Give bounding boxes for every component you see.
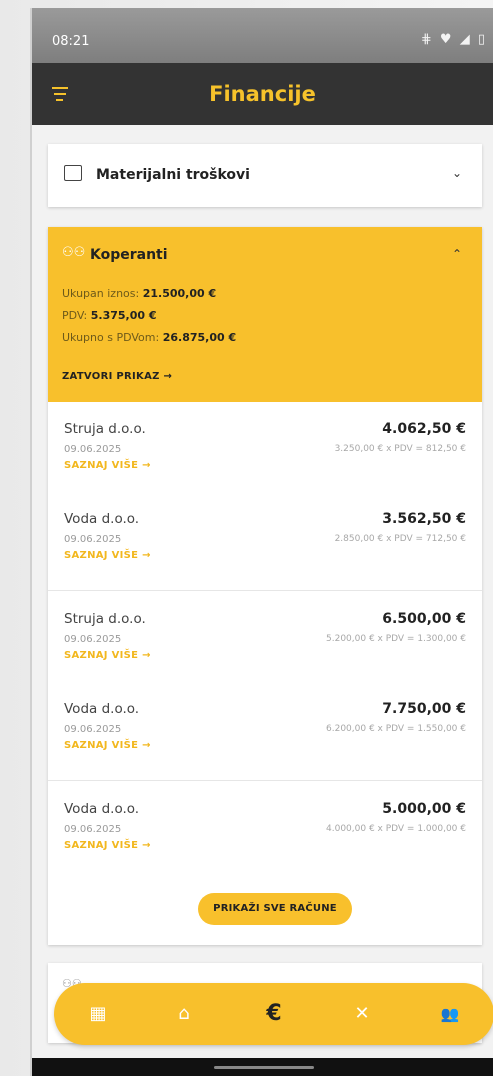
summary-grand-total: Ukupno s PDVom: 26.875,00 € <box>62 331 237 344</box>
invoice-row: Voda d.o.o. 5.000,00 € 09.06.2025 4.000,… <box>48 782 482 872</box>
show-all-invoices-button[interactable]: PRIKAŽI SVE RAČUNE <box>198 893 352 925</box>
learn-more-link[interactable]: SAZNAJ VIŠE → <box>64 650 151 661</box>
phone-screen: 08:21 ⋕ ♥ ◢ ▯ Financije Materijalni troš… <box>30 8 493 1076</box>
invoice-amount: 7.750,00 € <box>382 701 466 717</box>
invoice-date: 09.06.2025 <box>64 534 122 545</box>
invoice-row: Voda d.o.o. 3.562,50 € 09.06.2025 2.850,… <box>48 492 482 582</box>
invoice-amount: 3.562,50 € <box>382 511 466 527</box>
invoice-calc: 3.250,00 € x PDV = 812,50 € <box>334 444 466 454</box>
close-view-link[interactable]: ZATVORI PRIKAZ → <box>62 371 172 382</box>
home-icon[interactable]: ⌂ <box>154 983 214 1045</box>
section-header: ⚇⚇ Koperanti ⌃ Ukupan iznos: 21.500,00 €… <box>48 227 482 402</box>
page-title: Financije <box>209 82 316 106</box>
invoice-calc: 2.850,00 € x PDV = 712,50 € <box>334 534 466 544</box>
section-label: Materijalni troškovi <box>96 167 250 183</box>
invoice-date: 09.06.2025 <box>64 444 122 455</box>
app-bar: Financije <box>32 63 493 125</box>
invoice-name: Voda d.o.o. <box>64 701 140 717</box>
invoice-calc: 5.200,00 € x PDV = 1.300,00 € <box>326 634 466 644</box>
document-icon <box>64 165 82 181</box>
invoice-row: Voda d.o.o. 7.750,00 € 09.06.2025 6.200,… <box>48 682 482 772</box>
status-time: 08:21 <box>52 34 90 49</box>
invoice-name: Struja d.o.o. <box>64 421 146 437</box>
status-bar: 08:21 ⋕ ♥ ◢ ▯ <box>32 8 493 63</box>
bottom-navigation: ▦ ⌂ € ✕ 👥 <box>54 983 493 1045</box>
learn-more-link[interactable]: SAZNAJ VIŠE → <box>64 840 151 851</box>
device-frame: 08:21 ⋕ ♥ ◢ ▯ Financije Materijalni troš… <box>0 0 493 1076</box>
invoice-amount: 6.500,00 € <box>382 611 466 627</box>
tools-icon[interactable]: ✕ <box>332 983 392 1045</box>
learn-more-link[interactable]: SAZNAJ VIŠE → <box>64 550 151 561</box>
invoice-calc: 6.200,00 € x PDV = 1.550,00 € <box>326 724 466 734</box>
invoice-name: Voda d.o.o. <box>64 801 140 817</box>
people-icon: ⚇⚇ <box>62 245 86 260</box>
invoice-date: 09.06.2025 <box>64 634 122 645</box>
system-home-bar <box>32 1058 493 1076</box>
section-koperanti: ⚇⚇ Koperanti ⌃ Ukupan iznos: 21.500,00 €… <box>48 227 482 945</box>
learn-more-link[interactable]: SAZNAJ VIŠE → <box>64 740 151 751</box>
invoice-amount: 4.062,50 € <box>382 421 466 437</box>
chevron-down-icon[interactable]: ⌄ <box>452 166 462 180</box>
learn-more-link[interactable]: SAZNAJ VIŠE → <box>64 460 151 471</box>
divider <box>48 780 482 781</box>
summary-total: Ukupan iznos: 21.500,00 € <box>62 287 217 300</box>
invoice-calc: 4.000,00 € x PDV = 1.000,00 € <box>326 824 466 834</box>
section-materijalni-troskovi[interactable]: Materijalni troškovi ⌄ <box>48 144 482 207</box>
section-label: Koperanti <box>90 247 168 263</box>
invoice-row: Struja d.o.o. 4.062,50 € 09.06.2025 3.25… <box>48 402 482 492</box>
euro-icon[interactable]: € <box>244 983 304 1045</box>
invoice-row: Struja d.o.o. 6.500,00 € 09.06.2025 5.20… <box>48 592 482 682</box>
dashboard-icon[interactable]: ▦ <box>68 983 128 1045</box>
invoice-date: 09.06.2025 <box>64 724 122 735</box>
invoice-date: 09.06.2025 <box>64 824 122 835</box>
home-indicator[interactable] <box>214 1066 314 1069</box>
status-icons: ⋕ ♥ ◢ ▯ <box>420 32 487 47</box>
chevron-up-icon[interactable]: ⌃ <box>452 247 462 261</box>
summary-vat: PDV: 5.375,00 € <box>62 309 157 322</box>
invoice-amount: 5.000,00 € <box>382 801 466 817</box>
invoice-name: Voda d.o.o. <box>64 511 140 527</box>
invoice-name: Struja d.o.o. <box>64 611 146 627</box>
divider <box>48 590 482 591</box>
people-icon[interactable]: 👥 <box>420 983 480 1045</box>
